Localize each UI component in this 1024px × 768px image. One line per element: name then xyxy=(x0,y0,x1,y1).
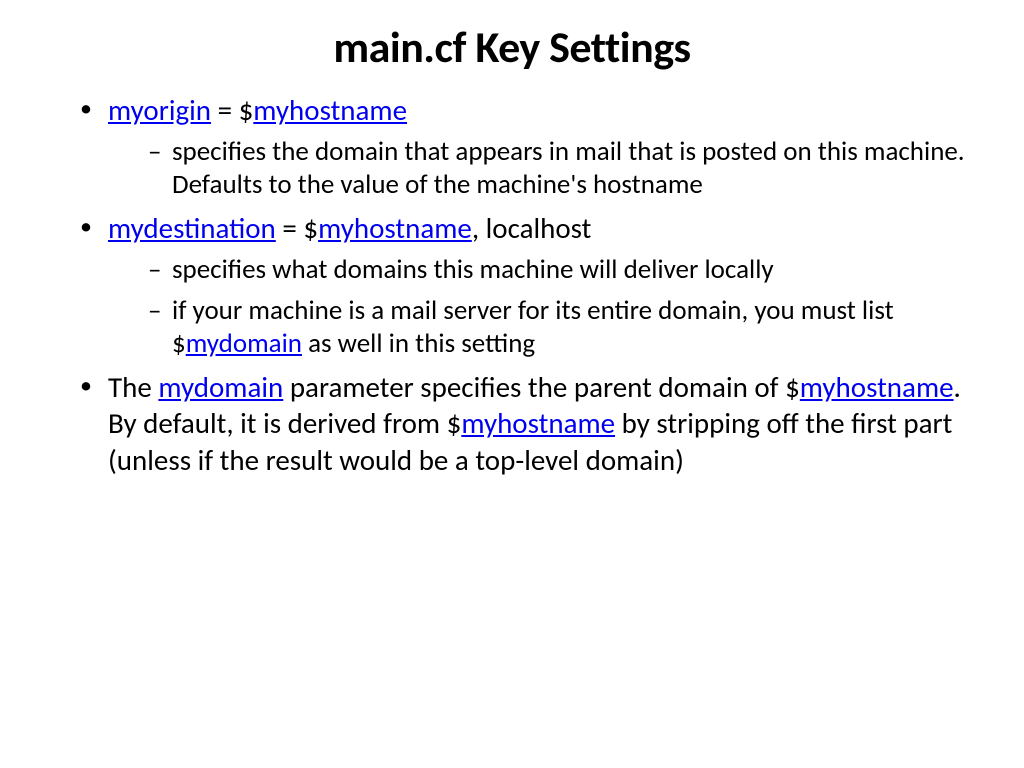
link-mydestination[interactable]: mydestination xyxy=(108,210,276,246)
link-myorigin[interactable]: myorigin xyxy=(108,92,211,128)
link-myhostname[interactable]: myhostname xyxy=(318,210,472,246)
text-part: parameter specifies the parent domain of… xyxy=(283,369,800,405)
bullet-item-mydomain: The mydomain parameter specifies the par… xyxy=(80,369,974,478)
text-part: The xyxy=(108,369,158,405)
bullet-item-mydestination: mydestination = $myhostname, localhost s… xyxy=(80,210,974,361)
link-myhostname[interactable]: myhostname xyxy=(461,405,615,441)
bullet-item-myorigin: myorigin = $myhostname specifies the dom… xyxy=(80,92,974,202)
link-myhostname[interactable]: myhostname xyxy=(800,369,954,405)
link-myhostname[interactable]: myhostname xyxy=(253,92,407,128)
sub-item: if your machine is a mail server for its… xyxy=(148,295,974,361)
sub-list: specifies what domains this machine will… xyxy=(108,254,974,361)
text-equals-2: = $ xyxy=(276,210,318,246)
text-localhost: , localhost xyxy=(472,210,592,246)
text-part: as well in this setting xyxy=(302,327,535,360)
link-mydomain[interactable]: mydomain xyxy=(186,327,302,360)
slide-title: main.cf Key Settings xyxy=(50,20,974,74)
bullet-list: myorigin = $myhostname specifies the dom… xyxy=(50,92,974,478)
sub-list: specifies the domain that appears in mai… xyxy=(108,136,974,202)
sub-item: specifies what domains this machine will… xyxy=(148,254,974,287)
text-equals-1: = $ xyxy=(211,92,253,128)
link-mydomain[interactable]: mydomain xyxy=(158,369,283,405)
sub-item: specifies the domain that appears in mai… xyxy=(148,136,974,202)
